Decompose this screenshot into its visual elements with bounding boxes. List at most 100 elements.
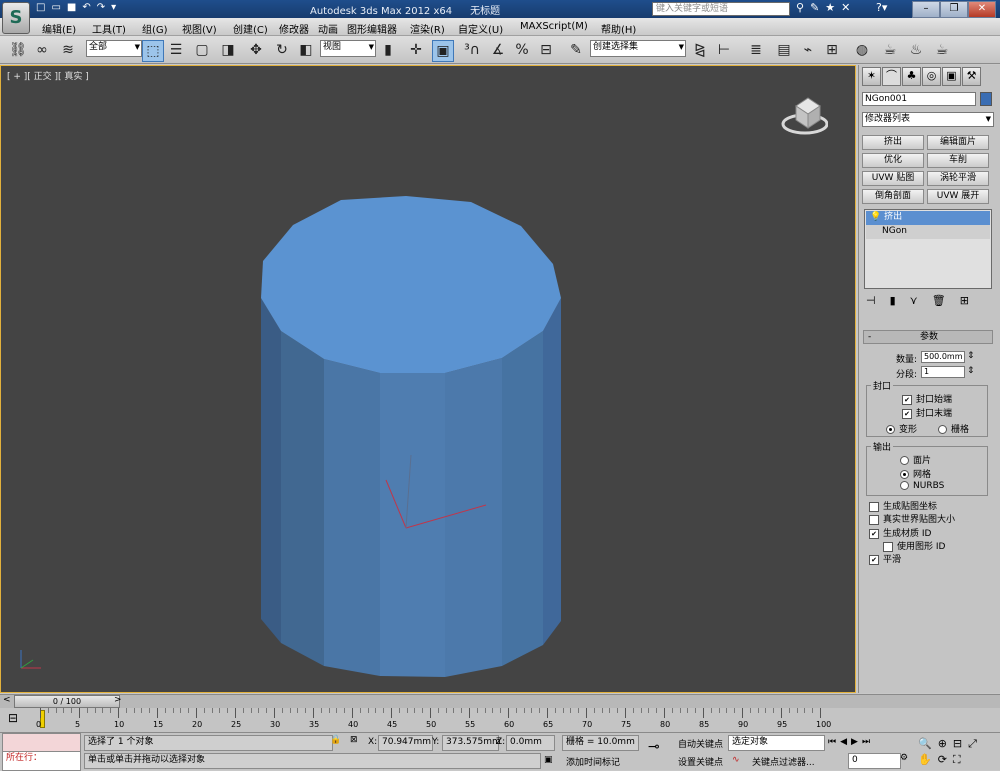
real-world-checkbox[interactable]: 真实世界贴图大小 [869, 512, 955, 525]
slider-prev-icon[interactable]: < [3, 695, 11, 705]
help-icon[interactable]: ?▾ [876, 1, 896, 17]
turbosmooth-button[interactable]: 涡轮平滑 [927, 171, 989, 186]
material-editor-icon[interactable]: ◍ [852, 40, 872, 60]
spinner-snap-icon[interactable]: ⊟ [536, 40, 556, 60]
auto-key-button[interactable]: 自动关键点 [678, 737, 723, 750]
menu-views[interactable]: 视图(V) [182, 21, 217, 36]
amount-input[interactable]: 500.0mm [921, 351, 965, 363]
schematic-view-icon[interactable]: ⊞ [822, 40, 842, 60]
mini-curve-editor-icon[interactable]: ⊟ [8, 711, 18, 725]
search-input[interactable]: 键入关键字或短语 [652, 2, 790, 16]
segments-spinner-icon[interactable]: ⇕ [967, 366, 975, 376]
scale-icon[interactable]: ◧ [296, 40, 316, 60]
menu-help[interactable]: 帮助(H) [601, 21, 636, 36]
menu-maxscript[interactable]: MAXScript(M) [520, 21, 588, 32]
gen-mat-ids-checkbox[interactable]: ✔ 生成材质 ID [869, 526, 931, 539]
configure-sets-icon[interactable]: ⊞ [960, 294, 983, 307]
edit-named-sets-icon[interactable]: ✎ [566, 40, 586, 60]
select-by-name-icon[interactable]: ☰ [166, 40, 186, 60]
maxscript-listener[interactable] [2, 733, 81, 753]
open-file-icon[interactable]: ▭ [51, 2, 66, 13]
binoculars-icon[interactable]: ⚲ [796, 1, 810, 14]
bind-space-warp-icon[interactable]: ≋ [58, 40, 78, 60]
make-unique-icon[interactable]: ⋎ [910, 294, 932, 307]
optimize-button[interactable]: 优化 [862, 153, 924, 168]
layer-manager-icon[interactable]: ≣ [746, 40, 766, 60]
abs-mode-icon[interactable]: ⊠ [350, 735, 358, 745]
ref-coord-dropdown[interactable]: 视图 [320, 40, 376, 57]
y-coord-field[interactable]: 373.575mm [442, 735, 501, 751]
curve-editor-icon[interactable]: ⌁ [798, 40, 818, 60]
lathe-button[interactable]: 车削 [927, 153, 989, 168]
undo-icon[interactable]: ↶ [82, 2, 96, 13]
mirror-icon[interactable]: ⧎ [690, 40, 710, 60]
object-color-swatch[interactable] [980, 92, 992, 106]
time-config-icon[interactable]: ⚙ [900, 753, 912, 763]
bevel-profile-button[interactable]: 倒角剖面 [862, 189, 924, 204]
params-rollout-header[interactable]: - 参数 [863, 330, 993, 344]
selected-object-dropdown[interactable]: 选定对象 [728, 735, 825, 751]
set-key-button[interactable]: 设置关键点 [678, 755, 723, 768]
snaps-toggle-icon[interactable]: ³∩ [462, 40, 482, 60]
rendered-frame-icon[interactable]: ♨ [906, 40, 926, 60]
segments-input[interactable]: 1 [921, 366, 965, 378]
window-crossing-icon[interactable]: ◨ [218, 40, 238, 60]
current-frame-field[interactable]: 0 [848, 753, 901, 769]
edit-patch-button[interactable]: 编辑面片 [927, 135, 989, 150]
utilities-tab-icon[interactable]: ⚒ [962, 67, 981, 86]
amount-spinner-icon[interactable]: ⇕ [967, 351, 975, 361]
unlink-icon[interactable]: ∞ [32, 40, 52, 60]
move-icon[interactable]: ✥ [246, 40, 266, 60]
menu-modifiers[interactable]: 修改器 [279, 21, 309, 36]
unwrap-uvw-button[interactable]: UVW 展开 [927, 189, 989, 204]
keyboard-shortcut-icon[interactable]: ▣ [432, 40, 454, 62]
select-object-icon[interactable]: ⬚ [142, 40, 164, 62]
smooth-checkbox[interactable]: ✔ 平滑 [869, 552, 901, 565]
object-name-field[interactable]: NGon001 [862, 92, 976, 106]
key-filter-icon[interactable]: ∿ [732, 755, 740, 765]
viewport-nav-icons-2[interactable]: ✋⟳⛶ [918, 753, 967, 767]
time-slider[interactable]: < 0 / 100 > [0, 694, 1000, 708]
time-slider-thumb[interactable]: 0 / 100 [14, 695, 120, 708]
minimize-button[interactable]: – [912, 1, 940, 18]
menu-edit[interactable]: 编辑(E) [42, 21, 76, 36]
menu-tools[interactable]: 工具(T) [92, 21, 126, 36]
new-file-icon[interactable]: □ [36, 2, 51, 13]
close-icon[interactable]: ✕ [841, 1, 856, 14]
create-tab-icon[interactable]: ✶ [862, 67, 881, 86]
link-icon[interactable]: ⛓ [8, 40, 28, 60]
named-selection-dropdown[interactable]: 创建选择集 [590, 40, 686, 57]
hierarchy-tab-icon[interactable]: ♣ [902, 67, 921, 86]
lightbulb-icon[interactable]: 💡 [870, 212, 881, 222]
extrude-button[interactable]: 挤出 [862, 135, 924, 150]
menu-customize[interactable]: 自定义(U) [458, 21, 503, 36]
stack-item-extrude[interactable]: 💡 挤出 [866, 211, 990, 225]
viewport-nav-icons[interactable]: 🔍⊕⊟⤢ [918, 737, 983, 751]
remove-modifier-icon[interactable]: 🗑 [932, 294, 960, 307]
viewport-label[interactable]: [ + ][ 正交 ][ 真实 ] [7, 69, 89, 82]
menu-group[interactable]: 组(G) [142, 21, 168, 36]
x-coord-field[interactable]: 70.947mm [378, 735, 433, 751]
graphite-tools-icon[interactable]: ▤ [774, 40, 794, 60]
menu-rendering[interactable]: 渲染(R) [410, 21, 445, 36]
menu-animation[interactable]: 动画 [318, 21, 338, 36]
percent-snap-icon[interactable]: % [512, 40, 532, 60]
rotate-icon[interactable]: ↻ [272, 40, 292, 60]
select-manipulate-icon[interactable]: ✛ [406, 40, 426, 60]
close-button[interactable]: ✕ [968, 1, 996, 18]
render-production-icon[interactable]: ☕ [932, 40, 952, 60]
viewcube-icon[interactable] [780, 92, 828, 140]
selection-filter-dropdown[interactable]: 全部 [86, 40, 142, 57]
z-coord-field[interactable]: 0.0mm [506, 735, 555, 751]
uvw-map-button[interactable]: UVW 贴图 [862, 171, 924, 186]
gen-mapping-checkbox[interactable]: 生成贴图坐标 [869, 499, 937, 512]
show-end-result-icon[interactable]: ▮ [890, 294, 910, 307]
menu-graph-editors[interactable]: 图形编辑器 [347, 21, 397, 36]
tools-icon[interactable]: ✎ [810, 1, 825, 14]
playback-controls[interactable]: ⏮◀▶⏭ [828, 737, 874, 747]
redo-icon[interactable]: ↷ [97, 2, 111, 13]
morph-radio[interactable]: 变形 [886, 422, 917, 435]
modifier-list-dropdown[interactable]: 修改器列表 [862, 112, 994, 127]
cap-start-checkbox[interactable]: ✔ 封口始端 [902, 392, 952, 405]
script-line-field[interactable]: 所在行： [2, 751, 81, 771]
